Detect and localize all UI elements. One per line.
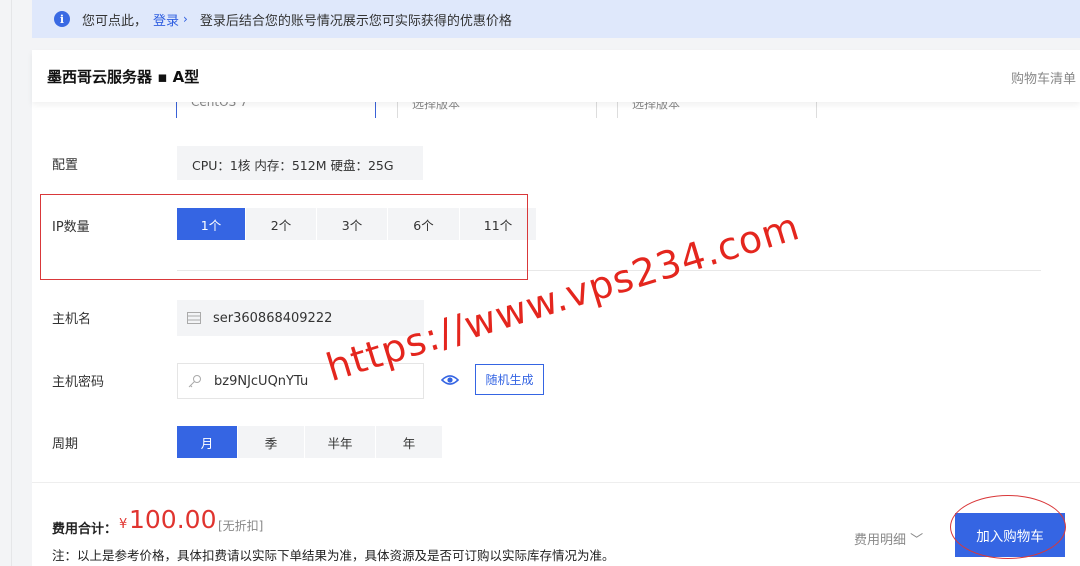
notice-prefix: 您可点此， [82, 13, 148, 29]
os-option-0[interactable]: CentOS 7 [176, 102, 376, 118]
password-label: 主机密码 [52, 375, 105, 390]
hostname-value: ser360868409222 [213, 310, 333, 326]
config-value: CPU：1核 内存：512M 硬盘：25G [192, 158, 394, 173]
currency-symbol: ¥ [119, 517, 128, 532]
period-option[interactable]: 年 [376, 426, 443, 458]
page-title: 墨西哥云服务器 ▪ A型 [47, 68, 200, 86]
hostname-label: 主机名 [52, 312, 92, 327]
os-option-label: 选择版本 [617, 102, 817, 118]
random-generate-button[interactable]: 随机生成 [475, 364, 544, 395]
os-option-1[interactable]: 选择版本 [397, 102, 599, 118]
login-notice-bar: i 您可点此， 登录 › 登录后结合您的账号情况展示您可实际获得的优惠价格 [32, 0, 1080, 38]
period-option[interactable]: 月 [177, 426, 238, 458]
server-icon [187, 312, 201, 324]
chevron-right-icon: › [183, 12, 188, 26]
order-panel: 墨西哥云服务器 ▪ A型 购物车清单 CentOS 7 选择版本 选择版本 配置… [32, 50, 1080, 566]
price-note: 注：以上是参考价格，具体扣费请以实际下单结果为准，具体资源及是否可订购以实际库存… [52, 548, 615, 563]
os-option-2[interactable]: 选择版本 [617, 102, 819, 118]
login-link[interactable]: 登录 [153, 10, 179, 29]
annotation-ellipse [950, 495, 1066, 559]
key-icon [188, 375, 201, 388]
total-price: 100.00 [129, 505, 217, 534]
hostname-input[interactable]: ser360868409222 [177, 300, 424, 336]
os-option-label: 选择版本 [397, 102, 597, 118]
password-input[interactable]: bz9NJcUQnYTu [177, 363, 424, 399]
left-sidebar-edge [0, 0, 12, 566]
annotation-box [40, 194, 528, 280]
cart-list-link[interactable]: 购物车清单 [1011, 68, 1076, 87]
period-selector: 月 季 半年 年 [177, 426, 443, 458]
order-footer: 费用合计： ¥ 100.00 [无折扣] 注：以上是参考价格，具体扣费请以实际下… [32, 482, 1080, 566]
os-option-label: CentOS 7 [176, 102, 376, 118]
period-option[interactable]: 半年 [305, 426, 376, 458]
fee-details-toggle[interactable]: 费用明细 ﹀ [854, 529, 923, 548]
total-label: 费用合计： [52, 522, 118, 537]
notice-message: 登录后结合您的账号情况展示您可实际获得的优惠价格 [199, 13, 512, 29]
discount-badge: [无折扣] [218, 519, 264, 533]
eye-icon[interactable] [441, 371, 459, 389]
config-label: 配置 [52, 158, 79, 173]
period-label: 周期 [52, 437, 79, 452]
info-icon: i [54, 11, 70, 27]
panel-header: 墨西哥云服务器 ▪ A型 购物车清单 [32, 50, 1080, 102]
config-select[interactable]: CPU：1核 内存：512M 硬盘：25G [177, 146, 423, 180]
password-value: bz9NJcUQnYTu [214, 373, 309, 389]
period-option[interactable]: 季 [238, 426, 305, 458]
